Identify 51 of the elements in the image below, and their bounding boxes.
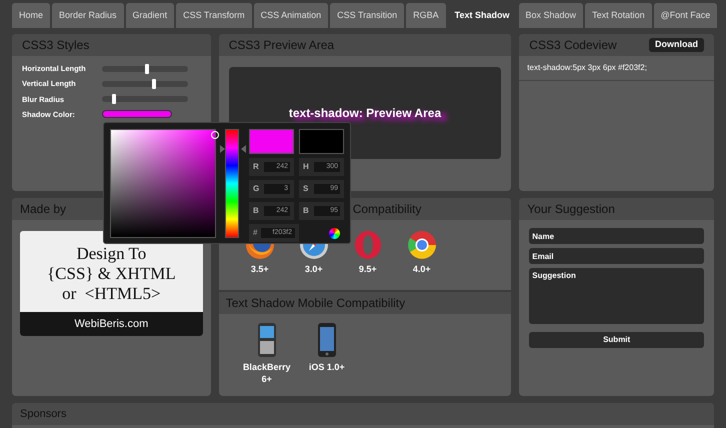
version-label: 4.0+ [412, 263, 431, 276]
nav-tab[interactable]: RGBA [406, 3, 446, 28]
panel-title: Text Shadow Mobile Compatibility [218, 292, 512, 314]
nav-tab[interactable]: @Font Face [654, 3, 718, 28]
field-label: # [253, 227, 258, 239]
version-label: 3.5+ [250, 263, 269, 276]
version-label: 9.5+ [358, 263, 377, 276]
slider-thumb[interactable] [144, 64, 149, 74]
panel-title: Compatibility [352, 201, 422, 218]
nav-tab[interactable]: Box Shadow [518, 3, 584, 28]
version-label: 3.0+ [304, 263, 323, 276]
device-label: BlackBerry 6+ [242, 361, 290, 385]
banner-footer: WebiBeris.com [20, 312, 203, 336]
submit-button[interactable]: Submit [529, 332, 704, 348]
slider-track[interactable] [102, 66, 188, 72]
color-wheel-icon[interactable] [329, 228, 340, 238]
slider-thumb[interactable] [152, 78, 156, 89]
nav-tab[interactable]: CSS Transition [330, 3, 404, 28]
panel-title: CSS3 Preview Area [218, 34, 512, 56]
picker-handle-icon[interactable] [210, 131, 219, 139]
nav-tab[interactable]: CSS Animation [254, 3, 328, 28]
code-text: text-shadow:5px 3px 6px #f203f2; [519, 56, 714, 81]
smartphone-icon [316, 322, 337, 358]
preview-text: text-shadow: Preview Area [288, 105, 442, 122]
phone-icon [256, 322, 278, 358]
tricolor-circle-icon [406, 230, 437, 260]
banner-text: or <HTML5> [62, 284, 161, 304]
nav-tab[interactable]: Text Rotation [585, 3, 652, 28]
nav-tab[interactable]: CSS Transform [176, 3, 252, 28]
letter-o-icon [352, 230, 383, 260]
hue-slider[interactable] [220, 129, 245, 238]
banner-text: Design To [76, 244, 146, 264]
panel-title: CSS3 Styles [12, 34, 211, 56]
panel-title: Your Suggestion [519, 198, 714, 220]
slider-track[interactable] [102, 80, 188, 87]
nav-tab[interactable]: Home [12, 3, 50, 28]
color-bar[interactable] [102, 110, 172, 118]
slider-thumb[interactable] [112, 94, 116, 104]
panel-title: CSS3 Codeview [529, 37, 617, 54]
hue-handle[interactable] [220, 144, 246, 153]
panel-title: Sponsors [12, 403, 714, 425]
nav-tab[interactable]: Gradient [126, 3, 174, 28]
text-input[interactable]: Email [529, 248, 704, 264]
saturation-field[interactable] [110, 129, 216, 238]
nav-tab[interactable]: Border Radius [52, 3, 124, 28]
banner-text: {CSS} & XHTML [46, 264, 176, 284]
device-label: iOS 1.0+ [308, 361, 345, 373]
suggestion-textarea[interactable]: Suggestion [529, 268, 704, 324]
text-input[interactable]: Name [529, 228, 704, 244]
slider-track[interactable] [102, 96, 188, 102]
download-button[interactable]: Download [649, 38, 704, 52]
